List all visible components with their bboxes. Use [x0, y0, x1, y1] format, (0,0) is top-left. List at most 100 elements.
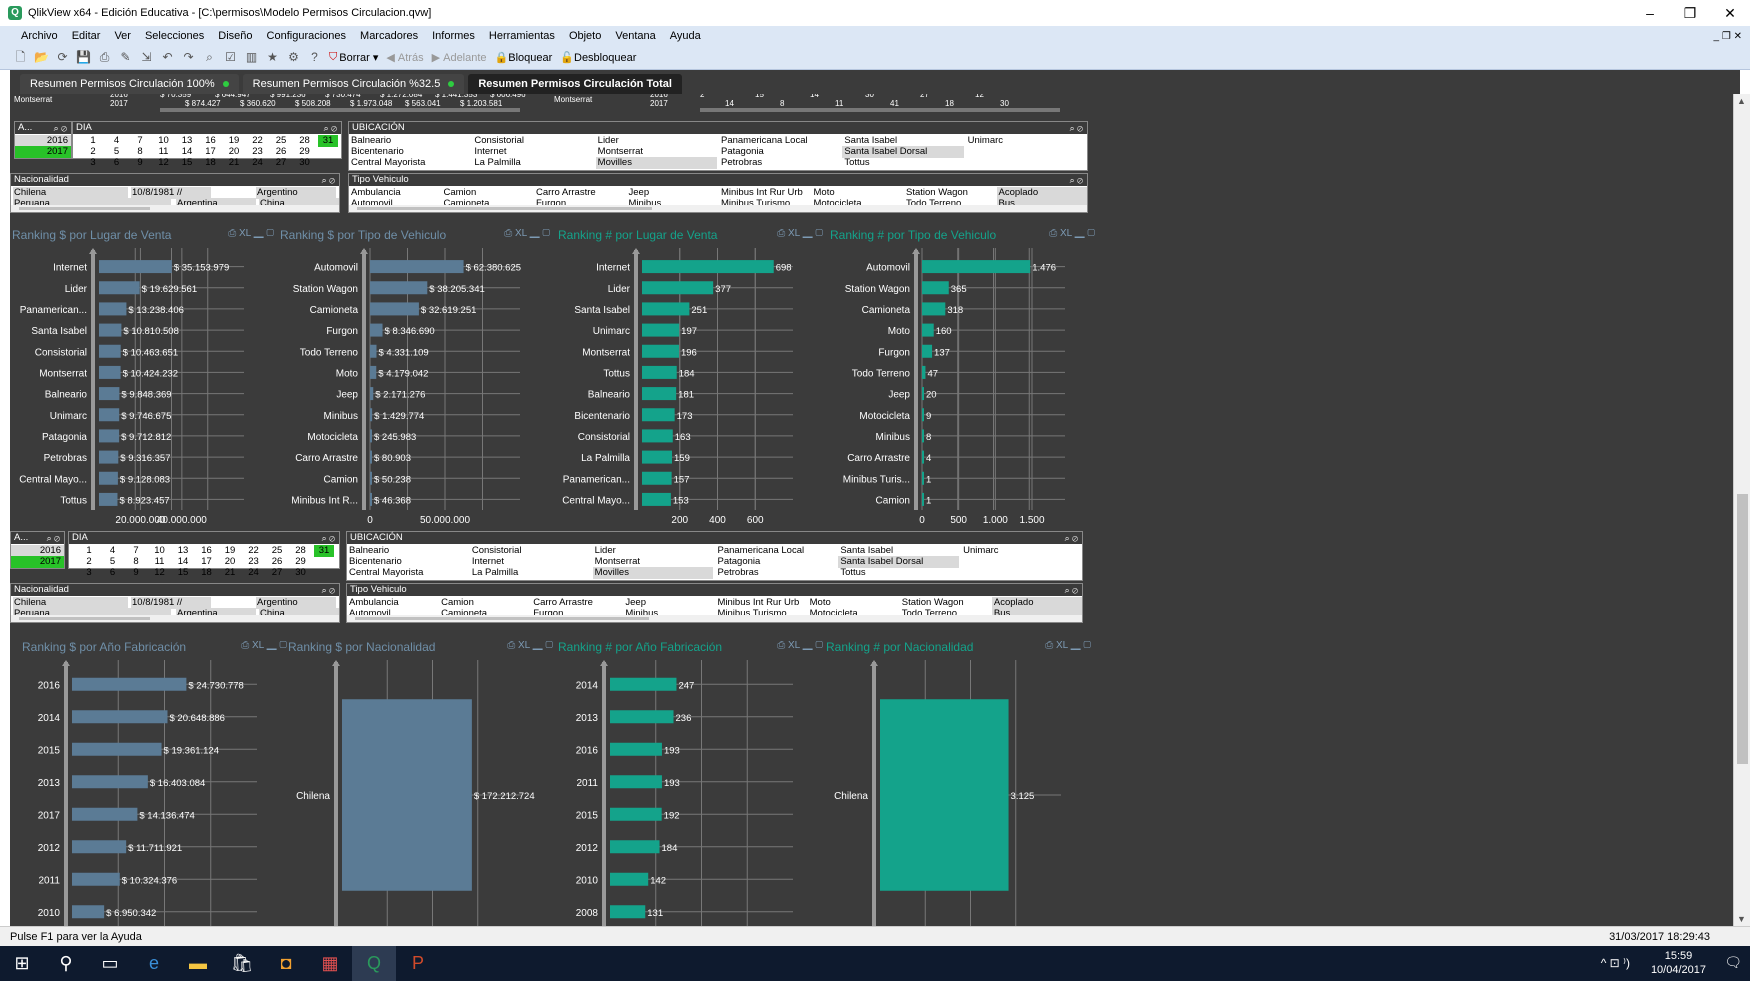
listbox-hscrollbar[interactable]: [11, 205, 339, 212]
ubicacion-value[interactable]: La Palmilla: [472, 157, 593, 169]
scroll-thumb[interactable]: [357, 207, 653, 210]
chart-toolbar-icons[interactable]: ⎙ XL ▁ ▢: [1049, 228, 1095, 239]
minimize-button[interactable]: –: [1630, 5, 1670, 21]
menu-informes[interactable]: Informes: [432, 30, 475, 42]
search-icon[interactable]: ⌕ ⊘: [1065, 584, 1078, 596]
dia-value[interactable]: 18: [197, 567, 217, 579]
dia-value[interactable]: 30: [291, 567, 311, 579]
chart-ranking-por-lugar-de-venta[interactable]: Ranking $ por Lugar de Venta ⎙ XL ▁ ▢ 20.0…: [12, 228, 274, 528]
lock-button[interactable]: 🔒 Bloquear: [495, 51, 553, 65]
open-icon[interactable]: 📂: [33, 49, 50, 66]
close-button[interactable]: ✕: [1710, 5, 1750, 22]
dia-value[interactable]: 31: [314, 545, 334, 557]
chart-toolbar-icons[interactable]: ⎙ XL ▁ ▢: [241, 640, 287, 651]
menu-ver[interactable]: Ver: [114, 30, 131, 42]
dia-value[interactable]: 21: [224, 157, 244, 169]
edit-icon[interactable]: ✎: [117, 49, 134, 66]
chart-toolbar-icons[interactable]: ⎙ XL ▁ ▢: [504, 228, 550, 239]
listbox-ubicacion[interactable]: UBICACIÓN ⌕ ⊘ Balneario Bicentenario Central…: [348, 121, 1088, 171]
listbox-tipo-vehiculo[interactable]: Tipo Vehiculo ⌕ ⊘ Ambulancia Automovil Camio…: [346, 583, 1083, 623]
search-icon[interactable]: ⌕ ⊘: [1070, 122, 1083, 134]
dia-value[interactable]: 27: [271, 157, 291, 169]
search-icon[interactable]: ⌕ ⊘: [1065, 532, 1078, 544]
dia-value[interactable]: 6: [107, 157, 127, 169]
menu-marcadores[interactable]: Marcadores: [360, 30, 418, 42]
undo-icon[interactable]: ↶: [159, 49, 176, 66]
outlook-icon[interactable]: ◘: [264, 946, 308, 981]
ubicacion-value[interactable]: La Palmilla: [470, 567, 591, 579]
anio-value[interactable]: 2017: [15, 146, 71, 158]
chart-ranking-por-ano-fabricacion[interactable]: Ranking # por Año Fabricación ⎙ XL ▁ ▢ 201…: [558, 640, 823, 926]
unlock-button[interactable]: 🔓 Desbloquear: [560, 51, 636, 65]
chart-toolbar-icons[interactable]: ⎙ XL ▁ ▢: [1045, 640, 1091, 651]
listbox-hscrollbar[interactable]: [347, 615, 1082, 622]
scroll-thumb[interactable]: [1737, 494, 1748, 764]
dia-value[interactable]: 18: [201, 157, 221, 169]
tab-2[interactable]: Resumen Permisos Circulación %32.5: [242, 74, 465, 94]
dia-value[interactable]: 12: [150, 567, 170, 579]
menu-ayuda[interactable]: Ayuda: [670, 30, 701, 42]
menu-configuraciones[interactable]: Configuraciones: [267, 30, 347, 42]
menu-herramientas[interactable]: Herramientas: [489, 30, 555, 42]
search-icon[interactable]: ⌕ ⊘: [322, 584, 335, 596]
bookmark-icon[interactable]: ★: [264, 49, 281, 66]
menu-objeto[interactable]: Objeto: [569, 30, 601, 42]
dia-value[interactable]: 9: [126, 567, 146, 579]
dia-value[interactable]: 15: [177, 157, 197, 169]
listbox-nacionalidad[interactable]: Nacionalidad ⌕ ⊘ Chilena 10/8/1981 //Argent…: [10, 583, 340, 623]
tab-3[interactable]: Resumen Permisos Circulación Total: [468, 74, 682, 94]
ubicacion-value[interactable]: Movilles: [592, 567, 714, 579]
dia-value[interactable]: 15: [173, 567, 193, 579]
dia-value[interactable]: 27: [267, 567, 287, 579]
chart-toolbar-icons[interactable]: ⎙ XL ▁ ▢: [777, 640, 823, 651]
chart-icon[interactable]: ▥: [243, 49, 260, 66]
dia-value[interactable]: 24: [248, 157, 268, 169]
search-icon[interactable]: ⌕ ⊘: [47, 532, 60, 544]
listbox-dia[interactable]: DIA ⌕ ⊘ 1 4 7 10 13 16 19 22 25 28 31 2 5 8 11 14 17 20 23 26…: [72, 121, 342, 168]
help-icon[interactable]: ?: [306, 49, 323, 66]
back-button[interactable]: ◀ Atrás: [386, 51, 423, 65]
ubicacion-value[interactable]: Unimarc: [966, 135, 1087, 147]
menu-archivo[interactable]: Archivo: [21, 30, 58, 42]
dia-value[interactable]: 12: [154, 157, 174, 169]
strip-scrollbar[interactable]: [700, 108, 1060, 112]
chart-ranking-por-lugar-de-venta[interactable]: Ranking # por Lugar de Venta ⎙ XL ▁ ▢ 200 4…: [558, 228, 823, 528]
ubicacion-value[interactable]: Petrobras: [719, 157, 840, 169]
menu-editar[interactable]: Editar: [72, 30, 101, 42]
ubicacion-value[interactable]: Central Mayorista: [349, 157, 470, 169]
listbox-hscrollbar[interactable]: [11, 615, 339, 622]
clear-button[interactable]: ⛉ Borrar ▾: [329, 51, 378, 64]
listbox-ubicacion[interactable]: UBICACIÓN ⌕ ⊘ Balneario Bicentenario Central…: [346, 531, 1083, 581]
listbox-anio[interactable]: A... ⌕ ⊘ 2016 2017: [10, 531, 65, 569]
scroll-thumb[interactable]: [19, 207, 151, 210]
task-view-icon[interactable]: ▭: [88, 946, 132, 981]
search-icon[interactable]: ⌕ ⊘: [54, 122, 67, 134]
chart-toolbar-icons[interactable]: ⎙ XL ▁ ▢: [777, 228, 823, 239]
anio-value[interactable]: 2017: [11, 556, 64, 568]
dia-value[interactable]: 6: [103, 567, 123, 579]
calendar-app-icon[interactable]: ▦: [308, 946, 352, 981]
save-icon[interactable]: 💾: [75, 49, 92, 66]
forward-button[interactable]: ▶ Adelante: [432, 51, 487, 65]
ubicacion-value[interactable]: Petrobras: [716, 567, 837, 579]
listbox-tipo-vehiculo[interactable]: Tipo Vehiculo ⌕ ⊘ Ambulancia Automovil Camio…: [348, 173, 1088, 213]
notification-icon[interactable]: 🗨: [1724, 954, 1742, 971]
maximize-button[interactable]: ❐: [1670, 5, 1710, 22]
store-icon[interactable]: 🛍: [220, 946, 264, 981]
search-icon[interactable]: ⌕ ⊘: [322, 532, 335, 544]
listbox-nacionalidad[interactable]: Nacionalidad ⌕ ⊘ Chilena 10/8/1981 //Argent…: [10, 173, 340, 213]
scroll-down-icon[interactable]: ▼: [1737, 914, 1746, 924]
listbox-hscrollbar[interactable]: [349, 205, 1087, 212]
windows-start-icon[interactable]: ⊞: [0, 946, 44, 981]
redo-icon[interactable]: ↷: [180, 49, 197, 66]
strip-scrollbar[interactable]: [160, 108, 520, 112]
properties-icon[interactable]: ⚙: [285, 49, 302, 66]
clock[interactable]: 15:59 10/04/2017: [1651, 949, 1706, 977]
ubicacion-value[interactable]: Movilles: [595, 157, 717, 169]
listbox-anio[interactable]: A... ⌕ ⊘ 2016 2017: [14, 121, 72, 159]
chart-ranking-por-tipo-de-vehiculo[interactable]: Ranking # por Tipo de Vehiculo ⎙ XL ▁ ▢ 0 5…: [830, 228, 1095, 528]
chart-ranking-por-ano-fabricacion[interactable]: Ranking $ por Año Fabricación ⎙ XL ▁ ▢ 201…: [22, 640, 287, 926]
dia-value[interactable]: 30: [295, 157, 315, 169]
export-icon[interactable]: ⇲: [138, 49, 155, 66]
ubicacion-value[interactable]: Central Mayorista: [347, 567, 468, 579]
